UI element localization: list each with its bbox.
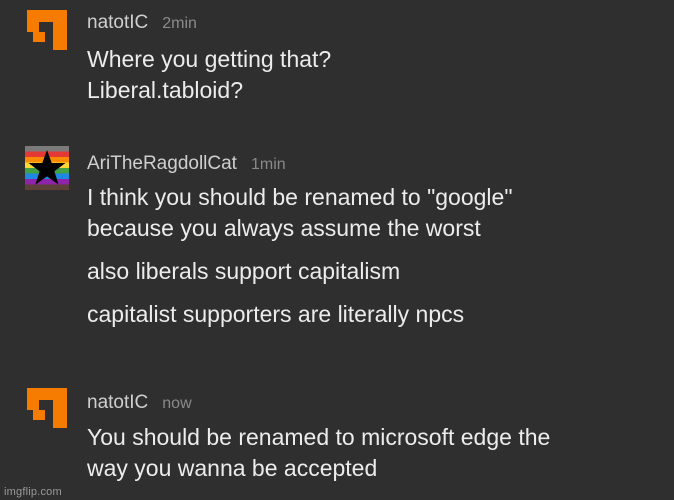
username[interactable]: AriTheRagdollCat [87, 153, 237, 175]
comment-text-line: I think you should be renamed to "google… [87, 184, 513, 210]
rainbow-flag-star-icon [25, 146, 69, 190]
comment-header: natotIC now [87, 392, 192, 414]
avatar[interactable] [25, 8, 69, 52]
comment-text-line: Liberal.tabloid? [87, 77, 244, 103]
orange-blocky-logo-icon [25, 8, 69, 52]
watermark: imgflip.com [4, 486, 62, 498]
comment-body: I think you should be renamed to "google… [87, 182, 657, 330]
comment-body: Where you getting that? Liberal.tabloid? [87, 44, 657, 106]
comment-text-line: way you wanna be accepted [87, 455, 378, 481]
comment-text-line: also liberals support capitalism [87, 258, 401, 284]
comment-body: You should be renamed to microsoft edge … [87, 422, 657, 484]
comment-header: AriTheRagdollCat 1min [87, 153, 286, 175]
timestamp: now [162, 395, 192, 412]
avatar[interactable] [25, 146, 69, 190]
timestamp: 1min [250, 156, 286, 173]
comment: AriTheRagdollCat 1min I think you should… [0, 140, 674, 360]
comment: natotIC now You should be renamed to mic… [0, 380, 674, 490]
comment-text-line: Where you getting that? [87, 46, 332, 72]
username[interactable]: natotIC [87, 12, 148, 34]
comment-text-line: You should be renamed to microsoft edge … [87, 424, 551, 450]
comment-header: natotIC 2min [87, 12, 197, 34]
comment-text-line: capitalist supporters are literally npcs [87, 301, 465, 327]
comment-text-line: because you always assume the worst [87, 215, 481, 241]
avatar[interactable] [25, 386, 69, 430]
timestamp: 2min [162, 15, 197, 32]
orange-blocky-logo-icon [25, 386, 69, 430]
username[interactable]: natotIC [87, 392, 148, 414]
comment: natotIC 2min Where you getting that? Lib… [0, 0, 674, 120]
